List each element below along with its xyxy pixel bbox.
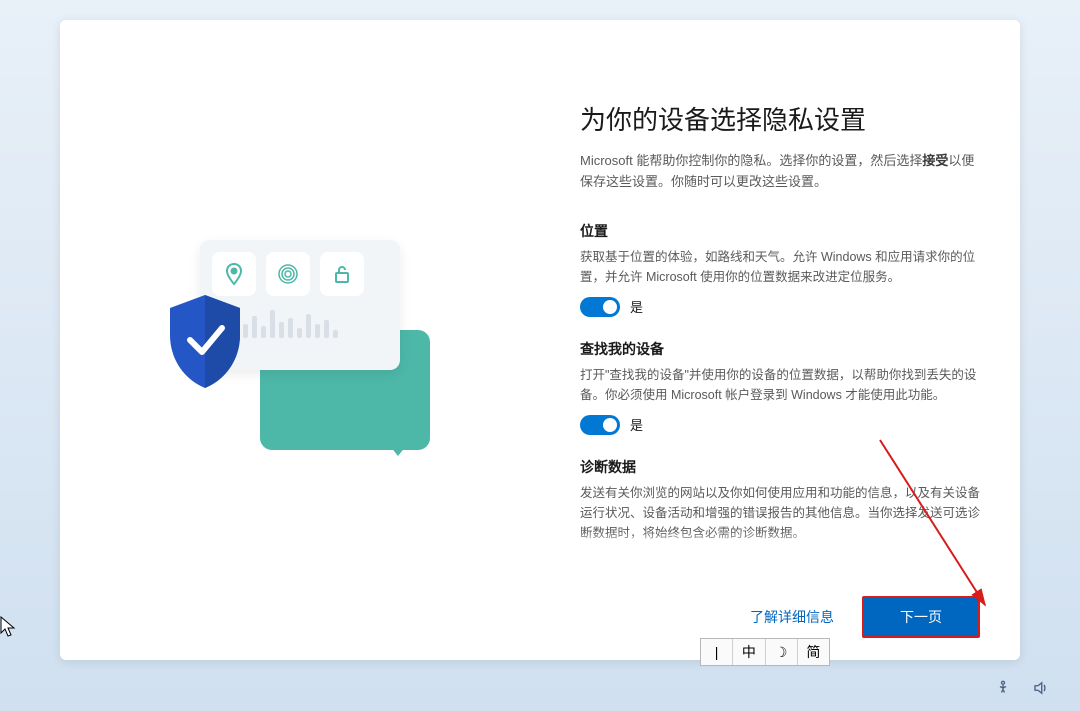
setting-desc: 打开"查找我的设备"并使用你的设备的位置数据，以帮助你找到丢失的设备。你必须使用… — [580, 365, 980, 405]
ime-mode-chinese[interactable]: 中 — [733, 639, 765, 665]
fingerprint-icon — [266, 252, 310, 296]
subtitle-pre: Microsoft 能帮助你控制你的隐私。选择你的设置，然后选择 — [580, 153, 922, 168]
setting-title: 位置 — [580, 221, 980, 241]
scroll-fade — [580, 531, 980, 551]
learn-more-link[interactable]: 了解详细信息 — [750, 607, 834, 627]
lock-icon — [320, 252, 364, 296]
ime-moon-icon[interactable]: ☽ — [766, 639, 798, 665]
system-tray — [994, 679, 1050, 697]
setting-title: 查找我的设备 — [580, 339, 980, 359]
ime-simplified[interactable]: 简 — [798, 639, 829, 665]
settings-scroll-area[interactable]: 位置 获取基于位置的体验，如路线和天气。允许 Windows 和应用请求你的位置… — [580, 221, 980, 551]
setting-title: 诊断数据 — [580, 457, 980, 477]
accessibility-icon[interactable] — [994, 679, 1012, 697]
shield-check-icon — [160, 290, 250, 390]
privacy-illustration — [180, 240, 460, 440]
illustration-pane — [60, 20, 580, 660]
mouse-cursor — [0, 616, 18, 640]
page-title: 为你的设备选择隐私设置 — [580, 100, 980, 137]
toggle-label: 是 — [630, 415, 643, 434]
ime-cursor-icon[interactable]: | — [701, 639, 733, 665]
footer-actions: 了解详细信息 下一页 — [750, 596, 980, 638]
setting-location: 位置 获取基于位置的体验，如路线和天气。允许 Windows 和应用请求你的位置… — [580, 221, 980, 317]
volume-icon[interactable] — [1032, 679, 1050, 697]
setting-find-device: 查找我的设备 打开"查找我的设备"并使用你的设备的位置数据，以帮助你找到丢失的设… — [580, 339, 980, 435]
toggle-label: 是 — [630, 297, 643, 316]
content-pane: 为你的设备选择隐私设置 Microsoft 能帮助你控制你的隐私。选择你的设置，… — [580, 20, 1020, 660]
toggle-location[interactable] — [580, 297, 620, 317]
toggle-find-device[interactable] — [580, 415, 620, 435]
setting-desc: 获取基于位置的体验，如路线和天气。允许 Windows 和应用请求你的位置，并允… — [580, 247, 980, 287]
oobe-panel: 为你的设备选择隐私设置 Microsoft 能帮助你控制你的隐私。选择你的设置，… — [60, 20, 1020, 660]
subtitle-bold: 接受 — [922, 153, 948, 168]
page-subtitle: Microsoft 能帮助你控制你的隐私。选择你的设置，然后选择接受以便保存这些… — [580, 151, 980, 193]
next-button[interactable]: 下一页 — [862, 596, 980, 638]
ime-toolbar[interactable]: | 中 ☽ 简 — [700, 638, 830, 666]
